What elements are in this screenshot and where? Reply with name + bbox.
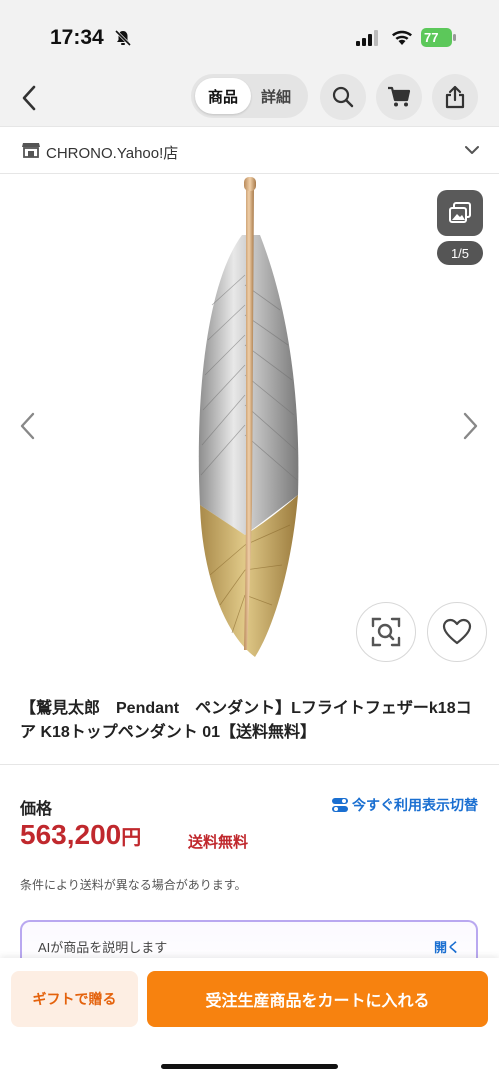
image-gallery-icon — [449, 202, 471, 223]
segment-control: 商品 詳細 — [191, 74, 308, 118]
battery-level: 77 — [424, 30, 439, 45]
price-amount: 563,200 — [20, 819, 122, 850]
cart-button[interactable] — [376, 74, 422, 120]
store-name[interactable]: CHRONO.Yahoo!店 — [46, 142, 178, 163]
price-unit: 円 — [121, 827, 142, 849]
bottom-action-bar: ギフトで贈る 受注生産商品をカートに入れる — [0, 958, 499, 1080]
divider — [0, 764, 499, 765]
cart-icon — [388, 86, 411, 107]
share-icon — [445, 85, 465, 109]
gift-button[interactable]: ギフトで贈る — [11, 971, 138, 1027]
store-row[interactable]: CHRONO.Yahoo!店 — [0, 126, 499, 174]
price-label: 価格 — [20, 801, 53, 818]
chevron-left-icon[interactable] — [16, 411, 40, 441]
image-search-button[interactable] — [356, 602, 416, 662]
price-display-toggle[interactable]: 今すぐ利用表示切替 — [332, 795, 478, 815]
store-icon — [22, 143, 40, 158]
toggle-icon — [332, 798, 348, 812]
product-title: 【鷲見太郎 Pendant ペンダント】Lフライトフェザーk18コア K18トッ… — [20, 700, 472, 741]
image-search-icon — [371, 617, 401, 647]
favorite-button[interactable] — [427, 602, 487, 662]
heart-icon — [442, 618, 472, 645]
price-toggle-label[interactable]: 今すぐ利用表示切替 — [352, 795, 478, 815]
tab-detail[interactable]: 詳細 — [247, 78, 305, 114]
back-button[interactable] — [12, 78, 46, 118]
nav-bar: 商品 詳細 — [0, 70, 499, 126]
status-bar: 17:34 77 — [0, 0, 499, 70]
chevron-right-icon[interactable] — [458, 411, 482, 441]
status-time: 17:34 — [50, 26, 104, 49]
ai-description-text: AIが商品を説明します — [38, 940, 168, 955]
shipping-note: 条件により送料が異なる場合があります。 — [20, 878, 247, 892]
product-image-carousel[interactable]: 1/5 — [0, 175, 499, 680]
signal-icon — [356, 30, 378, 46]
image-counter: 1/5 — [437, 241, 483, 265]
chevron-down-icon[interactable] — [465, 145, 479, 155]
share-button[interactable] — [432, 74, 478, 120]
gallery-button[interactable] — [437, 190, 483, 236]
chevron-left-icon — [22, 85, 36, 111]
ai-open-link[interactable]: 開く — [434, 937, 460, 956]
add-to-cart-button[interactable]: 受注生産商品をカートに入れる — [147, 971, 488, 1027]
bell-muted-icon — [114, 29, 132, 47]
home-indicator — [161, 1064, 338, 1069]
shipping-free-label: 送料無料 — [188, 834, 249, 851]
search-button[interactable] — [320, 74, 366, 120]
tab-product[interactable]: 商品 — [195, 78, 251, 114]
product-image-feather — [198, 177, 299, 657]
wifi-icon — [392, 30, 412, 45]
battery-icon: 77 — [421, 28, 457, 47]
price-value: 563,200円 — [20, 819, 141, 851]
search-icon — [332, 86, 354, 108]
